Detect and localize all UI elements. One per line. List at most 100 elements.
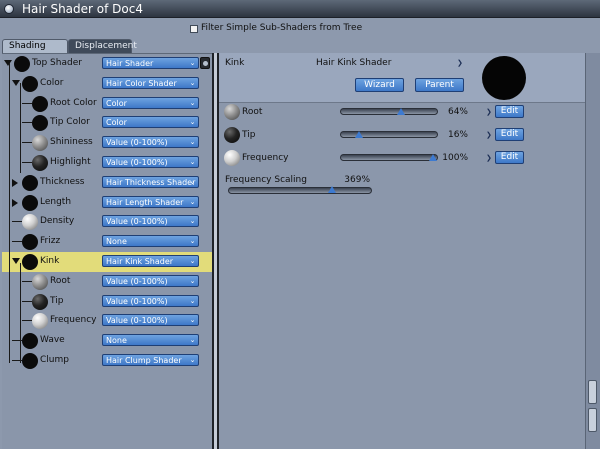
param-slider-root[interactable] xyxy=(340,108,438,115)
shader-type-dropdown[interactable]: Value (0-100%) ⌄ xyxy=(102,314,199,327)
shader-thumbnail-icon xyxy=(32,293,48,310)
shader-type-dropdown[interactable]: Value (0-100%) ⌄ xyxy=(102,274,199,287)
shader-type-dropdown[interactable]: Hair Length Shader ⌄ xyxy=(102,195,199,208)
collapse-arrow-icon[interactable] xyxy=(12,258,20,264)
tree-connector xyxy=(22,162,32,163)
shader-type-select[interactable]: Hair Kink Shader xyxy=(316,58,391,68)
tree-row-root-color[interactable]: Root Color Color ⌄ xyxy=(2,94,212,114)
shader-type-dropdown[interactable]: None ⌄ xyxy=(102,235,199,248)
tree-row-tip[interactable]: Tip Value (0-100%) ⌄ xyxy=(2,292,212,312)
dropdown-value: None xyxy=(106,336,127,346)
shader-type-dropdown[interactable]: None ⌄ xyxy=(102,334,199,347)
parent-button[interactable]: Parent xyxy=(415,78,464,92)
shader-thumbnail-icon xyxy=(22,75,38,92)
tree-connector xyxy=(12,241,22,243)
tree-node-label: Root xyxy=(50,275,71,286)
tree-row-kink[interactable]: Kink Hair Kink Shader ⌄ xyxy=(2,252,212,272)
shader-thumbnail-icon xyxy=(22,254,38,270)
chevron-down-icon: ⌄ xyxy=(189,257,196,265)
filter-checkbox[interactable] xyxy=(190,25,198,33)
dropdown-value: Hair Length Shader xyxy=(106,197,184,207)
window-title: Hair Shader of Doc4 xyxy=(22,2,143,16)
close-window-button[interactable] xyxy=(4,4,14,14)
chevron-down-icon: ⌄ xyxy=(189,336,196,345)
edit-tip-button[interactable]: Edit xyxy=(495,128,524,141)
shader-thumbnail-icon xyxy=(22,174,38,191)
shader-type-dropdown[interactable]: Hair Color Shader ⌄ xyxy=(102,76,199,89)
tree-row-shininess[interactable]: Shininess Value (0-100%) ⌄ xyxy=(2,133,212,153)
edit-root-button[interactable]: Edit xyxy=(495,105,524,118)
tree-connector xyxy=(20,83,21,173)
dropdown-value: Hair Clump Shader xyxy=(106,356,182,365)
dropdown-value: None xyxy=(106,237,127,247)
expand-arrow-icon[interactable] xyxy=(12,198,18,207)
tree-node-label: Thickness xyxy=(40,176,85,187)
shader-type-dropdown[interactable]: Value (0-100%) ⌄ xyxy=(102,294,199,307)
chevron-down-icon: ⌄ xyxy=(189,118,196,127)
tree-node-label: Kink xyxy=(40,256,60,266)
tree-row-top-shader[interactable]: Top Shader Hair Shader ⌄ xyxy=(2,54,212,74)
tab-shading[interactable]: Shading xyxy=(2,39,68,53)
dropdown-value: Value (0-100%) xyxy=(106,158,168,167)
shader-thumbnail-icon xyxy=(22,234,38,251)
tree-row-highlight[interactable]: Highlight Value (0-100%) ⌄ xyxy=(2,153,212,173)
param-slider-tip[interactable] xyxy=(340,131,438,138)
shader-type-dropdown[interactable]: Hair Kink Shader ⌄ xyxy=(102,255,199,267)
frequency-scaling-slider-thumb[interactable] xyxy=(328,186,337,193)
wizard-button[interactable]: Wizard xyxy=(355,78,404,92)
chevron-down-icon: ⌄ xyxy=(189,138,196,147)
tree-row-length[interactable]: Length Hair Length Shader ⌄ xyxy=(2,193,212,213)
dropdown-value: Color xyxy=(106,98,127,108)
shader-type-dropdown[interactable]: Hair Shader ⌄ xyxy=(102,57,199,69)
frequency-scaling-value: 369% xyxy=(344,175,370,185)
tree-node-label: Tip xyxy=(50,295,64,306)
param-slider-frequency[interactable] xyxy=(340,154,438,161)
tree-connector xyxy=(22,142,32,144)
collapse-arrow-icon[interactable] xyxy=(12,79,20,86)
tree-row-wave[interactable]: Wave None ⌄ xyxy=(2,331,212,351)
tree-row-color[interactable]: Color Hair Color Shader ⌄ xyxy=(2,74,212,94)
tree-row-root[interactable]: Root Value (0-100%) ⌄ xyxy=(2,272,212,292)
shader-thumbnail-icon xyxy=(14,56,30,72)
chevron-down-icon: ⌄ xyxy=(189,356,196,364)
tab-displacement[interactable]: Displacement xyxy=(68,39,137,53)
shader-type-dropdown[interactable]: Hair Thickness Shader ⌄ xyxy=(102,175,199,188)
tree-row-density[interactable]: Density Value (0-100%) ⌄ xyxy=(2,212,212,232)
shader-type-chevron-icon[interactable]: ❯ xyxy=(457,59,463,67)
tree-connector xyxy=(12,221,22,223)
expand-arrow-icon[interactable] xyxy=(12,178,18,187)
shader-type-dropdown[interactable]: Value (0-100%) ⌄ xyxy=(102,136,199,149)
shader-type-dropdown[interactable]: Color ⌄ xyxy=(102,116,199,129)
tree-row-clump[interactable]: Clump Hair Clump Shader ⌄ xyxy=(2,351,212,371)
tree-row-frequency[interactable]: Frequency Value (0-100%) ⌄ xyxy=(2,311,212,331)
edit-frequency-button[interactable]: Edit xyxy=(495,151,524,164)
shader-type-dropdown[interactable]: Value (0-100%) ⌄ xyxy=(102,215,199,228)
tree-connector xyxy=(22,300,32,302)
tree-row-tip-color[interactable]: Tip Color Color ⌄ xyxy=(2,113,212,133)
tree-row-frizz[interactable]: Frizz None ⌄ xyxy=(2,232,212,252)
frequency-scaling-label: Frequency Scaling xyxy=(225,175,307,185)
tree-connector xyxy=(9,63,10,363)
pin-icon[interactable] xyxy=(200,57,210,69)
filter-checkbox-label: Filter Simple Sub-Shaders from Tree xyxy=(201,23,363,33)
shader-type-dropdown[interactable]: Color ⌄ xyxy=(102,96,199,109)
collapse-arrow-icon[interactable] xyxy=(4,60,12,66)
frequency-scaling-slider[interactable] xyxy=(228,187,372,194)
tree-node-label: Frizz xyxy=(40,236,61,247)
shader-type-dropdown[interactable]: Value (0-100%) ⌄ xyxy=(102,156,199,168)
scroll-down-button[interactable] xyxy=(588,408,597,432)
dropdown-value: Value (0-100%) xyxy=(106,316,168,326)
tree-node-label: Color xyxy=(40,77,64,88)
shader-name: Kink xyxy=(225,58,245,68)
dropdown-value: Hair Thickness Shader xyxy=(106,177,196,187)
shader-tree: Top Shader Hair Shader ⌄ Color Hair Color Sh… xyxy=(2,53,212,449)
tree-node-label: Tip Color xyxy=(50,117,90,128)
tree-connector xyxy=(22,320,32,322)
shader-type-dropdown[interactable]: Hair Clump Shader ⌄ xyxy=(102,354,199,366)
shader-thumbnail-icon xyxy=(32,115,48,132)
chevron-down-icon: ⌄ xyxy=(189,197,196,206)
dropdown-value: Color xyxy=(106,118,127,128)
tree-row-thickness[interactable]: Thickness Hair Thickness Shader ⌄ xyxy=(2,173,212,193)
chevron-down-icon: ⌄ xyxy=(189,98,196,107)
scroll-up-button[interactable] xyxy=(588,380,597,404)
